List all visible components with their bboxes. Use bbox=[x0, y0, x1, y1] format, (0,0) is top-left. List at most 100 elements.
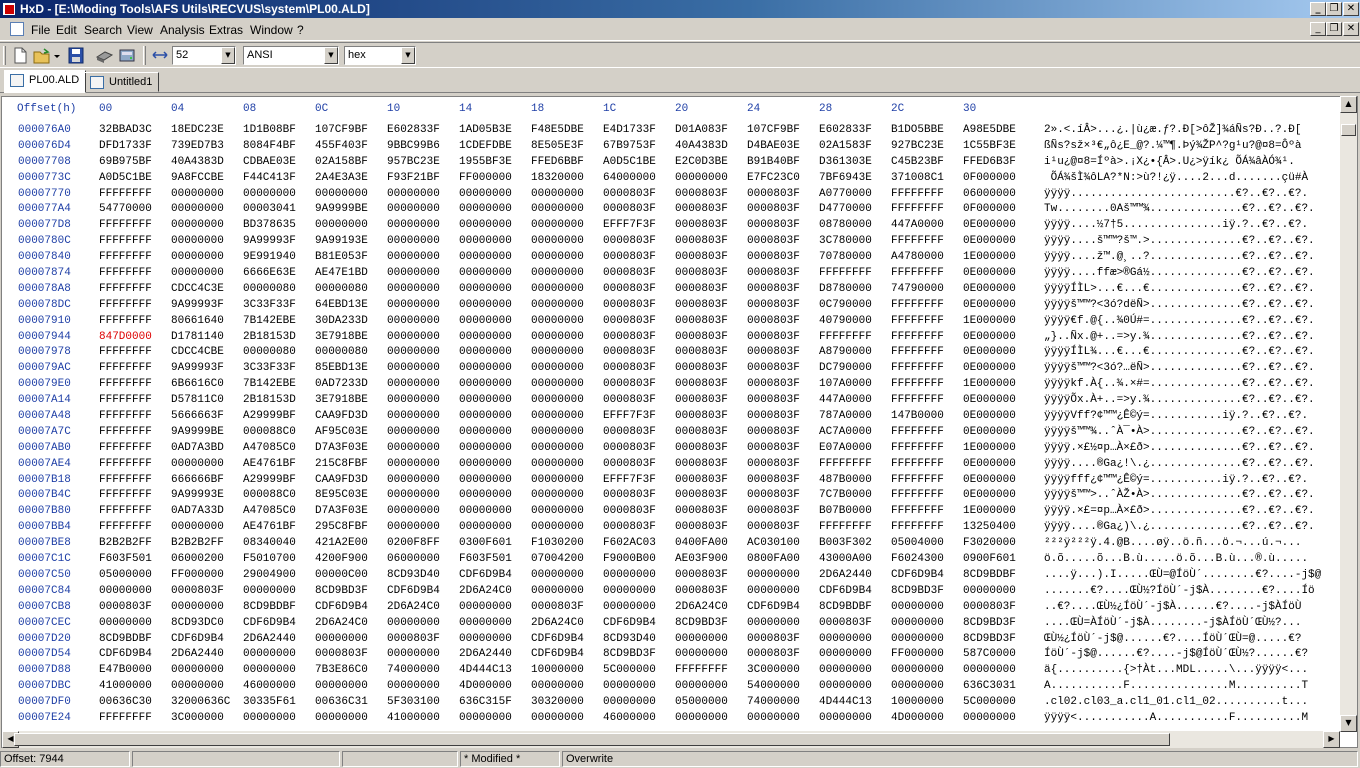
hex-cell[interactable]: FFFFFFFF bbox=[99, 378, 152, 390]
hex-cell[interactable]: 05004000 bbox=[891, 537, 944, 549]
hex-cell[interactable]: F93F21BF bbox=[387, 172, 440, 184]
ascii-text[interactable]: A...........F...............M..........T bbox=[1044, 680, 1308, 692]
hex-cell[interactable]: FFFFFFFF bbox=[819, 267, 872, 279]
hex-cell[interactable]: 0000803F bbox=[99, 601, 152, 613]
hex-cell[interactable]: DC790000 bbox=[819, 362, 872, 374]
hex-cell[interactable]: 00000000 bbox=[99, 585, 152, 597]
hex-cell[interactable]: 6B6616C0 bbox=[171, 378, 224, 390]
hex-cell[interactable]: F44C413F bbox=[243, 172, 296, 184]
scroll-up-icon[interactable]: ▲ bbox=[1340, 96, 1357, 113]
hex-cell[interactable]: 0000803F bbox=[747, 362, 800, 374]
hex-cell[interactable]: FFFFFFFF bbox=[99, 346, 152, 358]
hex-cell[interactable]: 0000803F bbox=[747, 474, 800, 486]
hex-cell[interactable]: AE4761BF bbox=[243, 458, 296, 470]
hex-cell[interactable]: CAA9FD3D bbox=[315, 474, 368, 486]
hex-cell[interactable]: 2D6A2440 bbox=[459, 648, 512, 660]
hex-cell[interactable]: 0000803F bbox=[747, 505, 800, 517]
hex-cell[interactable]: 0E000000 bbox=[963, 267, 1016, 279]
hex-cell[interactable]: 00000000 bbox=[459, 617, 512, 629]
hex-cell[interactable]: 06000000 bbox=[387, 553, 440, 565]
hex-cell[interactable]: 0000803F bbox=[603, 267, 656, 279]
hex-cell[interactable]: 0000803F bbox=[747, 188, 800, 200]
hex-cell[interactable]: 0000803F bbox=[747, 315, 800, 327]
hex-cell[interactable]: 5C000000 bbox=[963, 696, 1016, 708]
hex-cell[interactable]: 00000000 bbox=[171, 251, 224, 263]
hex-cell[interactable]: 00636C31 bbox=[315, 696, 368, 708]
hex-cell[interactable]: 8CD9BD3F bbox=[675, 617, 728, 629]
hex-cell[interactable]: 00000000 bbox=[459, 299, 512, 311]
hex-cell[interactable]: 54000000 bbox=[747, 680, 800, 692]
hex-cell[interactable]: 4D000000 bbox=[459, 680, 512, 692]
hex-cell[interactable]: 3C780000 bbox=[819, 235, 872, 247]
hex-cell[interactable]: 8E505E3F bbox=[531, 140, 584, 152]
hex-cell[interactable]: 00000000 bbox=[315, 188, 368, 200]
hex-cell[interactable]: 0000803F bbox=[603, 299, 656, 311]
hex-cell[interactable]: 10000000 bbox=[891, 696, 944, 708]
hex-cell[interactable]: 00000000 bbox=[891, 633, 944, 645]
hex-cell[interactable]: 2D6A24C0 bbox=[459, 585, 512, 597]
hex-cell[interactable]: 2D6A2440 bbox=[243, 633, 296, 645]
hex-cell[interactable]: FFFFFFFF bbox=[891, 426, 944, 438]
hex-cell[interactable]: 0000803F bbox=[747, 219, 800, 231]
hex-cell[interactable]: FFFFFFFF bbox=[99, 489, 152, 501]
hex-cell[interactable]: 0000803F bbox=[675, 442, 728, 454]
hex-cell[interactable]: 30320000 bbox=[531, 696, 584, 708]
hex-cell[interactable]: FFFFFFFF bbox=[99, 299, 152, 311]
hex-cell[interactable]: 00000000 bbox=[387, 617, 440, 629]
hex-cell[interactable]: E47B0000 bbox=[99, 664, 152, 676]
hex-cell[interactable]: 0000803F bbox=[675, 458, 728, 470]
hex-cell[interactable]: CDF6D9B4 bbox=[387, 585, 440, 597]
hex-cell[interactable]: 00000000 bbox=[459, 315, 512, 327]
hex-cell[interactable]: 2D6A24C0 bbox=[315, 617, 368, 629]
hex-cell[interactable]: FFFFFFFF bbox=[891, 458, 944, 470]
hex-cell[interactable]: 957BC23E bbox=[387, 156, 440, 168]
hex-cell[interactable]: 0000803F bbox=[747, 442, 800, 454]
hex-cell[interactable]: 8CD9BDBF bbox=[819, 601, 872, 613]
hex-cell[interactable]: 00000000 bbox=[675, 633, 728, 645]
hex-cell[interactable]: 0000803F bbox=[675, 331, 728, 343]
minimize-button[interactable]: _ bbox=[1310, 2, 1326, 16]
hex-cell[interactable]: 1E000000 bbox=[963, 251, 1016, 263]
hex-cell[interactable]: 0000803F bbox=[675, 299, 728, 311]
hex-cell[interactable]: 0000803F bbox=[747, 648, 800, 660]
hex-cell[interactable]: 0000803F bbox=[675, 235, 728, 247]
close-button[interactable]: ✕ bbox=[1343, 2, 1359, 16]
hex-cell[interactable]: A29999BF bbox=[243, 474, 296, 486]
hex-cell[interactable]: 0000803F bbox=[747, 426, 800, 438]
hex-cell[interactable]: 74790000 bbox=[891, 283, 944, 295]
ascii-text[interactable]: ....ÿ...).I.....ŒÙ=@ÍöÙ´........€?....-j… bbox=[1044, 569, 1321, 581]
hex-cell[interactable]: 0000803F bbox=[747, 633, 800, 645]
ascii-text[interactable]: 2».<.íÂ>...¿.|ù¿æ.ƒ?.Ð[>ôŽ]¾áÑs?Ð..?.Ð[ bbox=[1044, 124, 1301, 136]
hex-cell[interactable]: 00000000 bbox=[171, 680, 224, 692]
hex-cell[interactable]: A0770000 bbox=[819, 188, 872, 200]
hex-cell[interactable]: 00000000 bbox=[387, 410, 440, 422]
hex-cell[interactable]: 00000000 bbox=[747, 585, 800, 597]
hex-cell[interactable]: 00000000 bbox=[531, 331, 584, 343]
hex-cell[interactable]: 2D6A24C0 bbox=[675, 601, 728, 613]
hex-cell[interactable]: E4D1733F bbox=[603, 124, 656, 136]
hex-cell[interactable]: 07004200 bbox=[531, 553, 584, 565]
hex-cell[interactable]: CDF6D9B4 bbox=[315, 601, 368, 613]
ascii-text[interactable]: ÍöÙ´-j$@......€?....-j$@ÍöÙ´ŒÙ½?......€? bbox=[1044, 648, 1308, 660]
hex-cell[interactable]: 10000000 bbox=[531, 664, 584, 676]
hex-cell[interactable]: 40A4383D bbox=[675, 140, 728, 152]
hex-cell[interactable]: 447A0000 bbox=[891, 219, 944, 231]
hex-cell[interactable]: 00000000 bbox=[531, 680, 584, 692]
hex-cell[interactable]: 00000000 bbox=[387, 283, 440, 295]
hex-cell[interactable]: 30335F61 bbox=[243, 696, 296, 708]
hex-cell[interactable]: 1CDEFDBE bbox=[459, 140, 512, 152]
hex-cell[interactable]: FFFFFFFF bbox=[891, 362, 944, 374]
hex-cell[interactable]: 00000000 bbox=[171, 458, 224, 470]
hex-cell[interactable]: 2D6A24C0 bbox=[387, 601, 440, 613]
hex-cell[interactable]: 00000000 bbox=[675, 648, 728, 660]
horizontal-scroll-thumb[interactable] bbox=[14, 733, 1170, 746]
scroll-right-icon[interactable]: ▶ bbox=[1323, 731, 1340, 748]
hex-cell[interactable]: 00000000 bbox=[891, 680, 944, 692]
hex-cell[interactable]: 0000803F bbox=[747, 410, 800, 422]
hex-cell[interactable]: FFFFFFFF bbox=[99, 267, 152, 279]
hex-cell[interactable]: 00000000 bbox=[387, 315, 440, 327]
hex-cell[interactable]: 0F000000 bbox=[963, 172, 1016, 184]
hex-cell[interactable]: 739ED7B3 bbox=[171, 140, 224, 152]
menu-file[interactable]: File bbox=[31, 23, 50, 37]
hex-cell[interactable]: 0E000000 bbox=[963, 458, 1016, 470]
